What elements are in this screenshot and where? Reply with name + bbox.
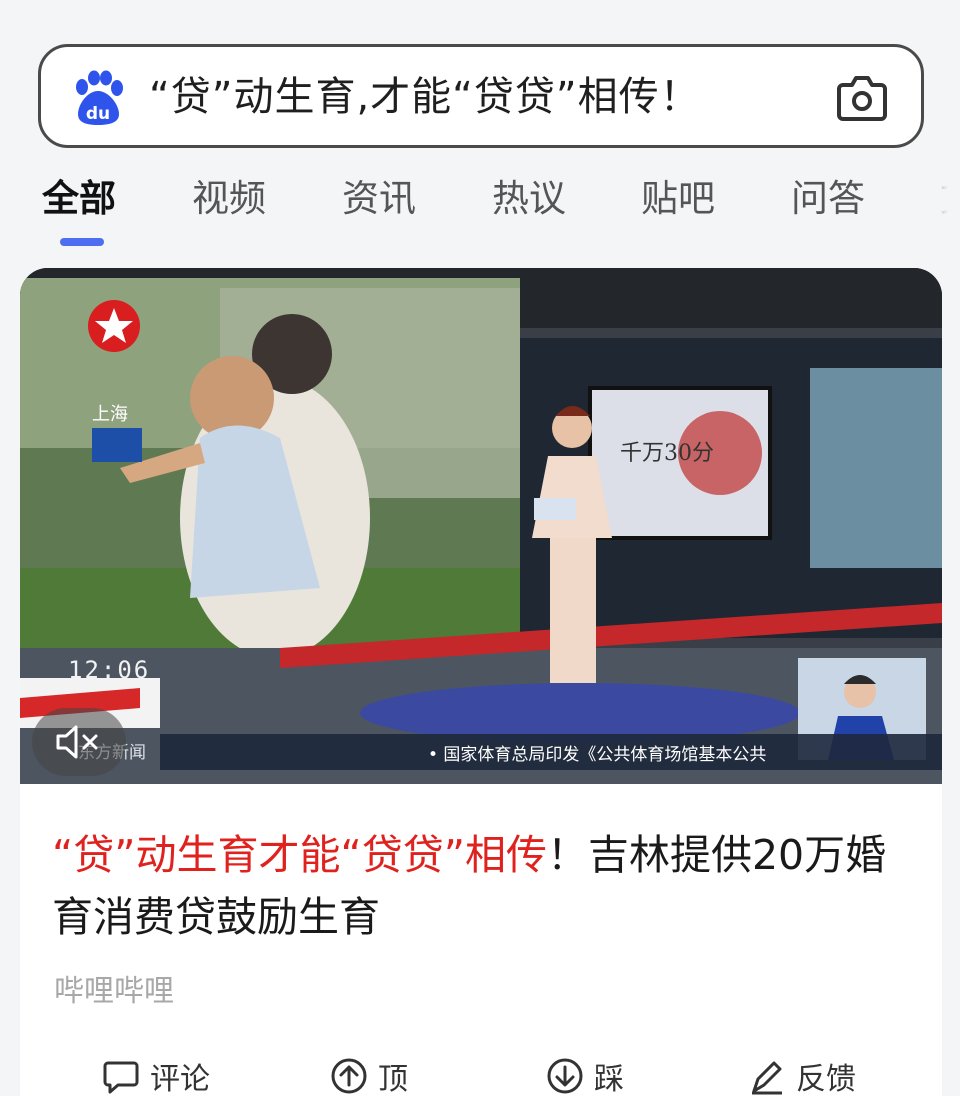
arrow-down-circle-icon xyxy=(547,1058,583,1094)
tab-news[interactable]: 资讯 xyxy=(342,176,416,222)
result-source[interactable]: 哔哩哔哩 xyxy=(54,966,174,1010)
title-highlight: “贷”动生育才能“贷贷”相传 xyxy=(52,831,547,879)
feedback-label: 反馈 xyxy=(796,1062,856,1096)
comment-icon xyxy=(103,1061,139,1094)
tabs-fade xyxy=(920,170,960,250)
video-frame: 千万30分 xyxy=(20,268,942,784)
monitor-caption: 千万30分 xyxy=(620,441,714,466)
search-bar[interactable]: du “贷”动生育,才能“贷贷”相传！ xyxy=(38,44,924,148)
feedback-icon xyxy=(752,1061,782,1095)
upvote-button[interactable]: 顶 xyxy=(330,1054,408,1096)
mute-icon xyxy=(56,725,98,759)
tab-video[interactable]: 视频 xyxy=(192,176,266,222)
ticker-text: • 国家体育总局印发《公共体育场馆基本公共 xyxy=(428,745,767,765)
svg-text:du: du xyxy=(86,104,110,124)
city-label: 上海 xyxy=(92,404,128,425)
active-tab-indicator xyxy=(60,238,104,246)
downvote-button[interactable]: 踩 xyxy=(546,1054,624,1096)
downvote-label: 踩 xyxy=(594,1062,624,1096)
result-card[interactable]: 千万30分 上海 12:06 • 国家体育总局印发《公共体育场馆基本公共 “贷”… xyxy=(20,268,942,1096)
mute-button[interactable] xyxy=(32,708,126,776)
upvote-label: 顶 xyxy=(378,1062,408,1096)
tab-qa[interactable]: 问答 xyxy=(791,176,865,222)
arrow-up-circle-icon xyxy=(331,1058,367,1094)
result-title[interactable]: “贷”动生育才能“贷贷”相传！吉林提供20万婚育消费贷鼓励生育 xyxy=(52,824,912,948)
search-query[interactable]: “贷”动生育,才能“贷贷”相传！ xyxy=(149,69,701,125)
search-tabs: 全部 视频 资讯 热议 贴吧 问答 文 xyxy=(0,170,960,250)
video-player[interactable]: 千万30分 上海 12:06 • 国家体育总局印发《公共体育场馆基本公共 xyxy=(20,268,942,784)
action-bar: 评论 顶 踩 反馈 xyxy=(20,1048,942,1096)
feedback-button[interactable]: 反馈 xyxy=(748,1054,856,1096)
comment-button[interactable]: 评论 xyxy=(102,1054,210,1096)
tab-tieba[interactable]: 贴吧 xyxy=(641,176,715,222)
tab-all[interactable]: 全部 xyxy=(42,176,116,222)
news-ticker: • 国家体育总局印发《公共体育场馆基本公共 xyxy=(160,734,942,770)
baidu-paw-logo-icon[interactable]: du xyxy=(69,69,127,127)
tab-discussion[interactable]: 热议 xyxy=(492,176,566,222)
comment-label: 评论 xyxy=(150,1062,210,1096)
camera-icon[interactable] xyxy=(835,73,889,123)
video-clock: 12:06 xyxy=(68,656,151,684)
